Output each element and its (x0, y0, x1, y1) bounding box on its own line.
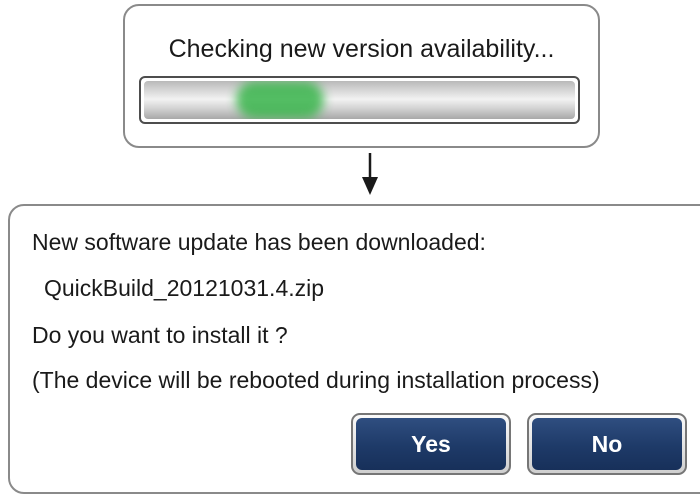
checking-version-message: Checking new version availability... (168, 35, 555, 63)
install-question: Do you want to install it ? (32, 322, 288, 348)
update-downloaded-message: New software update has been downloaded: (32, 229, 486, 255)
update-filename: QuickBuild_20121031.4.zip (44, 275, 325, 301)
progress-bar-track (144, 81, 575, 119)
yes-button-label: Yes (356, 418, 506, 470)
reboot-notice: (The device will be rebooted during inst… (32, 367, 600, 393)
no-button-label: No (532, 418, 682, 470)
yes-button[interactable]: Yes (351, 413, 511, 475)
software-update-dialog: New software update has been downloaded:… (8, 204, 700, 494)
progress-bar (139, 76, 580, 124)
down-arrow-icon (362, 153, 378, 195)
progress-indicator (236, 81, 324, 119)
no-button[interactable]: No (527, 413, 687, 475)
checking-version-dialog: Checking new version availability... (123, 4, 600, 148)
